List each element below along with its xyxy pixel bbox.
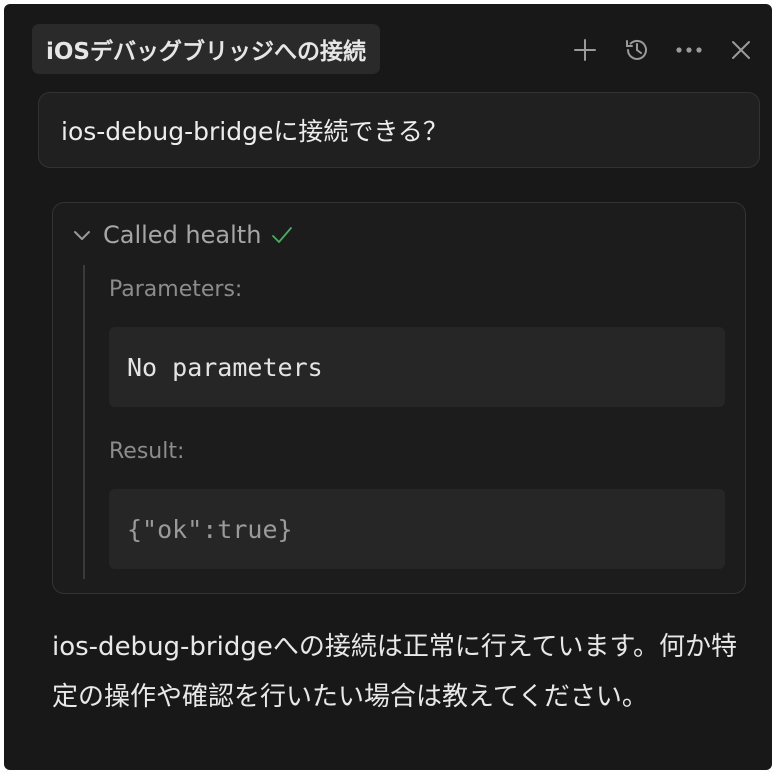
- parameters-label: Parameters:: [109, 277, 243, 302]
- chat-panel: iOSデバッグブリッジへの接続 ios-debug-bridgeに接続できる？: [4, 4, 772, 770]
- tool-call-label: Called health: [103, 221, 262, 249]
- conversation-title: iOSデバッグブリッジへの接続: [46, 39, 367, 65]
- parameters-code-block: No parameters: [109, 327, 725, 407]
- plus-icon[interactable]: [568, 33, 602, 67]
- tool-call-details: Parameters: No parameters Result: {"ok":…: [83, 265, 729, 579]
- tool-call-card: Called health Parameters: No parameters …: [52, 202, 746, 594]
- conversation-title-tab[interactable]: iOSデバッグブリッジへの接続: [32, 24, 381, 74]
- tool-call-header[interactable]: Called health: [71, 221, 293, 249]
- result-code-block: {"ok":true}: [109, 489, 725, 569]
- history-icon[interactable]: [620, 33, 654, 67]
- result-label: Result:: [109, 439, 185, 464]
- result-value: {"ok":true}: [127, 514, 293, 544]
- checkmark-icon: [271, 225, 293, 245]
- assistant-message: ios-debug-bridgeへの接続は正常に行えています。何か特定の操作や確…: [52, 632, 737, 712]
- parameters-value: No parameters: [127, 352, 323, 382]
- user-message-bubble[interactable]: ios-debug-bridgeに接続できる？: [38, 92, 760, 168]
- more-icon[interactable]: [672, 33, 706, 67]
- chevron-down-icon: [71, 224, 93, 246]
- user-message-text: ios-debug-bridgeに接続できる？: [61, 117, 448, 146]
- close-icon[interactable]: [724, 33, 758, 67]
- chat-header: iOSデバッグブリッジへの接続: [4, 4, 772, 90]
- header-actions: [568, 32, 758, 68]
